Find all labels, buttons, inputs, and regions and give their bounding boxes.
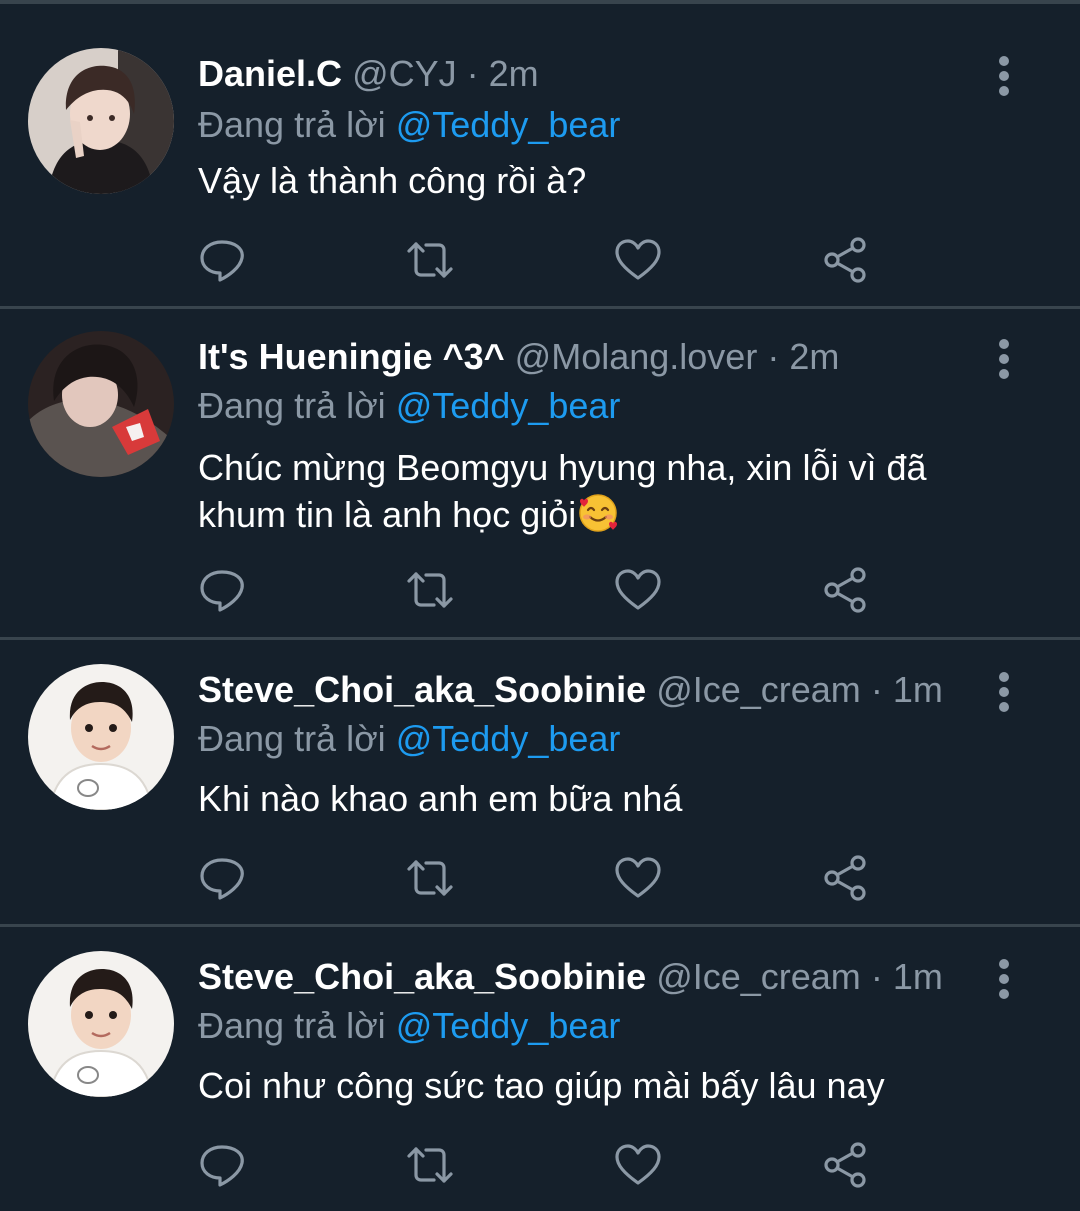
like-icon[interactable] xyxy=(612,564,664,616)
reply-context: Đang trả lời @Teddy_bear xyxy=(198,714,620,764)
retweet-icon[interactable] xyxy=(404,1139,456,1191)
retweet-icon[interactable] xyxy=(404,564,456,616)
reply-context: Đang trả lời @Teddy_bear xyxy=(198,381,620,431)
like-icon[interactable] xyxy=(612,1139,664,1191)
reply-context: Đang trả lời @Teddy_bear xyxy=(198,1001,620,1051)
tweet-card[interactable]: Daniel.C @CYJ · 2m Đang trả lời @Teddy_b… xyxy=(0,4,1080,309)
tweet-text: Vậy là thành công rồi à? xyxy=(198,158,998,204)
separator-dot: · xyxy=(466,53,479,94)
tweet-actions xyxy=(0,852,1080,912)
like-icon[interactable] xyxy=(612,234,664,286)
more-icon[interactable] xyxy=(992,959,1016,999)
share-icon[interactable] xyxy=(820,234,872,286)
share-icon[interactable] xyxy=(820,1139,872,1191)
separator-dot: · xyxy=(870,956,883,997)
reply-icon[interactable] xyxy=(196,564,248,616)
timestamp[interactable]: 2m xyxy=(489,53,539,94)
reply-mention[interactable]: @Teddy_bear xyxy=(396,104,621,145)
reply-icon[interactable] xyxy=(196,234,248,286)
reply-context: Đang trả lời @Teddy_bear xyxy=(198,100,620,150)
user-handle[interactable]: @Ice_cream xyxy=(656,669,861,710)
retweet-icon[interactable] xyxy=(404,234,456,286)
tweet-header: Steve_Choi_aka_Soobinie @Ice_cream · 1m xyxy=(198,951,960,1003)
tweet-text-content: Chúc mừng Beomgyu hyung nha, xin lỗi vì … xyxy=(198,447,927,535)
more-icon[interactable] xyxy=(992,56,1016,96)
reply-mention[interactable]: @Teddy_bear xyxy=(396,385,621,426)
smiling-face-with-hearts-icon xyxy=(576,491,620,535)
tweet-header: Daniel.C @CYJ · 2m xyxy=(198,48,960,100)
tweet-text: Coi như công sức tao giúp mài bấy lâu na… xyxy=(198,1063,998,1109)
separator-dot: · xyxy=(767,336,780,377)
timestamp[interactable]: 2m xyxy=(789,336,839,377)
reply-icon[interactable] xyxy=(196,852,248,904)
avatar[interactable] xyxy=(28,664,174,810)
tweet-text: Chúc mừng Beomgyu hyung nha, xin lỗi vì … xyxy=(198,445,988,538)
timestamp[interactable]: 1m xyxy=(893,669,943,710)
timestamp[interactable]: 1m xyxy=(893,956,943,997)
tweet-actions xyxy=(0,1139,1080,1199)
tweet-card[interactable]: Steve_Choi_aka_Soobinie @Ice_cream · 1m … xyxy=(0,640,1080,927)
reply-icon[interactable] xyxy=(196,1139,248,1191)
tweet-text-content: Coi như công sức tao giúp mài bấy lâu na… xyxy=(198,1065,885,1106)
reply-prefix: Đang trả lời xyxy=(198,385,386,426)
tweet-text-content: Vậy là thành công rồi à? xyxy=(198,160,587,201)
display-name[interactable]: Steve_Choi_aka_Soobinie xyxy=(198,669,646,710)
more-icon[interactable] xyxy=(992,339,1016,379)
tweet-actions xyxy=(0,234,1080,294)
retweet-icon[interactable] xyxy=(404,852,456,904)
more-icon[interactable] xyxy=(992,672,1016,712)
tweet-actions xyxy=(0,564,1080,624)
reply-prefix: Đang trả lời xyxy=(198,1005,386,1046)
display-name[interactable]: It's Hueningie ^3^ xyxy=(198,336,505,377)
tweet-card[interactable]: Steve_Choi_aka_Soobinie @Ice_cream · 1m … xyxy=(0,927,1080,1211)
reply-prefix: Đang trả lời xyxy=(198,718,386,759)
display-name[interactable]: Daniel.C xyxy=(198,53,342,94)
user-handle[interactable]: @Ice_cream xyxy=(656,956,861,997)
reply-prefix: Đang trả lời xyxy=(198,104,386,145)
separator-dot: · xyxy=(870,669,883,710)
user-handle[interactable]: @Molang.lover xyxy=(515,336,758,377)
display-name[interactable]: Steve_Choi_aka_Soobinie xyxy=(198,956,646,997)
tweet-header: Steve_Choi_aka_Soobinie @Ice_cream · 1m xyxy=(198,664,960,716)
tweet-text: Khi nào khao anh em bữa nhá xyxy=(198,776,998,822)
like-icon[interactable] xyxy=(612,852,664,904)
share-icon[interactable] xyxy=(820,564,872,616)
share-icon[interactable] xyxy=(820,852,872,904)
avatar[interactable] xyxy=(28,951,174,1097)
user-handle[interactable]: @CYJ xyxy=(352,53,457,94)
tweet-header: It's Hueningie ^3^ @Molang.lover · 2m xyxy=(198,331,960,383)
tweet-card[interactable]: It's Hueningie ^3^ @Molang.lover · 2m Đa… xyxy=(0,309,1080,640)
reply-mention[interactable]: @Teddy_bear xyxy=(396,718,621,759)
reply-mention[interactable]: @Teddy_bear xyxy=(396,1005,621,1046)
tweet-text-content: Khi nào khao anh em bữa nhá xyxy=(198,778,683,819)
avatar[interactable] xyxy=(28,48,174,194)
avatar[interactable] xyxy=(28,331,174,477)
